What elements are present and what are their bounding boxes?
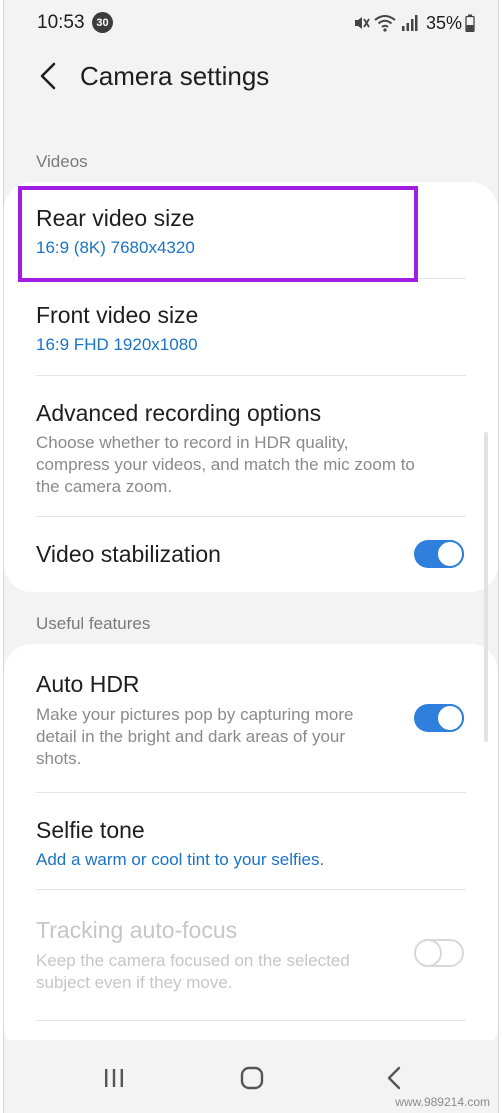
video-stabilization-item[interactable]: Video stabilization: [4, 517, 498, 592]
recents-button[interactable]: [94, 1062, 134, 1094]
divider: [36, 1020, 466, 1021]
notification-badge: 30: [92, 12, 113, 33]
section-header-videos: Videos: [36, 152, 88, 171]
tracking-auto-focus-toggle: [414, 939, 464, 967]
advanced-recording-options-item[interactable]: Advanced recording options Choose whethe…: [4, 376, 498, 516]
toggle-knob: [436, 540, 464, 568]
wifi-icon: [374, 15, 396, 32]
video-stabilization-title: Video stabilization: [36, 541, 221, 567]
phone-screen: 10:53 30 35% Camera settings Videos Rear…: [3, 0, 499, 1113]
back-arrow-icon[interactable]: [34, 60, 62, 92]
back-icon: [387, 1066, 401, 1090]
page-title: Camera settings: [80, 61, 270, 91]
front-video-size-title: Front video size: [36, 302, 199, 328]
scrollbar[interactable]: [484, 432, 488, 742]
advanced-recording-title: Advanced recording options: [36, 400, 322, 426]
video-stabilization-toggle[interactable]: [414, 540, 464, 568]
tracking-auto-focus-title: Tracking auto-focus: [36, 917, 238, 943]
rear-video-size-title: Rear video size: [36, 205, 195, 231]
auto-hdr-desc: Make your pictures pop by capturing more…: [36, 705, 354, 768]
home-icon: [240, 1066, 264, 1090]
selfie-tone-title: Selfie tone: [36, 817, 145, 843]
auto-hdr-item[interactable]: Auto HDR Make your pictures pop by captu…: [4, 644, 498, 792]
status-icons: 35%: [352, 13, 475, 33]
signal-icon: [402, 15, 418, 31]
rear-video-size-value: 16:9 (8K) 7680x4320: [36, 238, 195, 257]
recents-icon: [105, 1069, 123, 1087]
toggle-knob: [436, 704, 464, 732]
status-time: 10:53: [37, 12, 85, 33]
front-video-size-value: 16:9 FHD 1920x1080: [36, 335, 198, 354]
auto-hdr-toggle[interactable]: [414, 704, 464, 732]
tracking-auto-focus-desc: Keep the camera focused on the selected …: [36, 951, 350, 992]
rear-video-size-item[interactable]: Rear video size 16:9 (8K) 7680x4320: [4, 182, 498, 278]
front-video-size-item[interactable]: Front video size 16:9 FHD 1920x1080: [4, 279, 498, 375]
nav-back-button[interactable]: [374, 1062, 414, 1094]
useful-features-card: Auto HDR Make your pictures pop by captu…: [4, 644, 498, 1054]
home-button[interactable]: [232, 1062, 272, 1094]
selfie-tone-item[interactable]: Selfie tone Add a warm or cool tint to y…: [4, 793, 498, 889]
tracking-auto-focus-item: Tracking auto-focus Keep the camera focu…: [4, 890, 498, 1020]
videos-card: Rear video size 16:9 (8K) 7680x4320 Fron…: [4, 182, 498, 592]
mute-icon: [355, 17, 370, 29]
auto-hdr-title: Auto HDR: [36, 671, 140, 697]
battery-percent: 35%: [426, 12, 463, 33]
section-header-useful-features: Useful features: [36, 614, 151, 633]
advanced-recording-desc: Choose whether to record in HDR quality,…: [36, 433, 415, 496]
battery-icon: [465, 14, 475, 32]
toggle-knob: [414, 939, 442, 967]
selfie-tone-value: Add a warm or cool tint to your selfies.: [36, 850, 325, 869]
watermark: www.989214.com: [395, 1095, 490, 1109]
status-bar: 10:53 30 35%: [4, 0, 498, 46]
